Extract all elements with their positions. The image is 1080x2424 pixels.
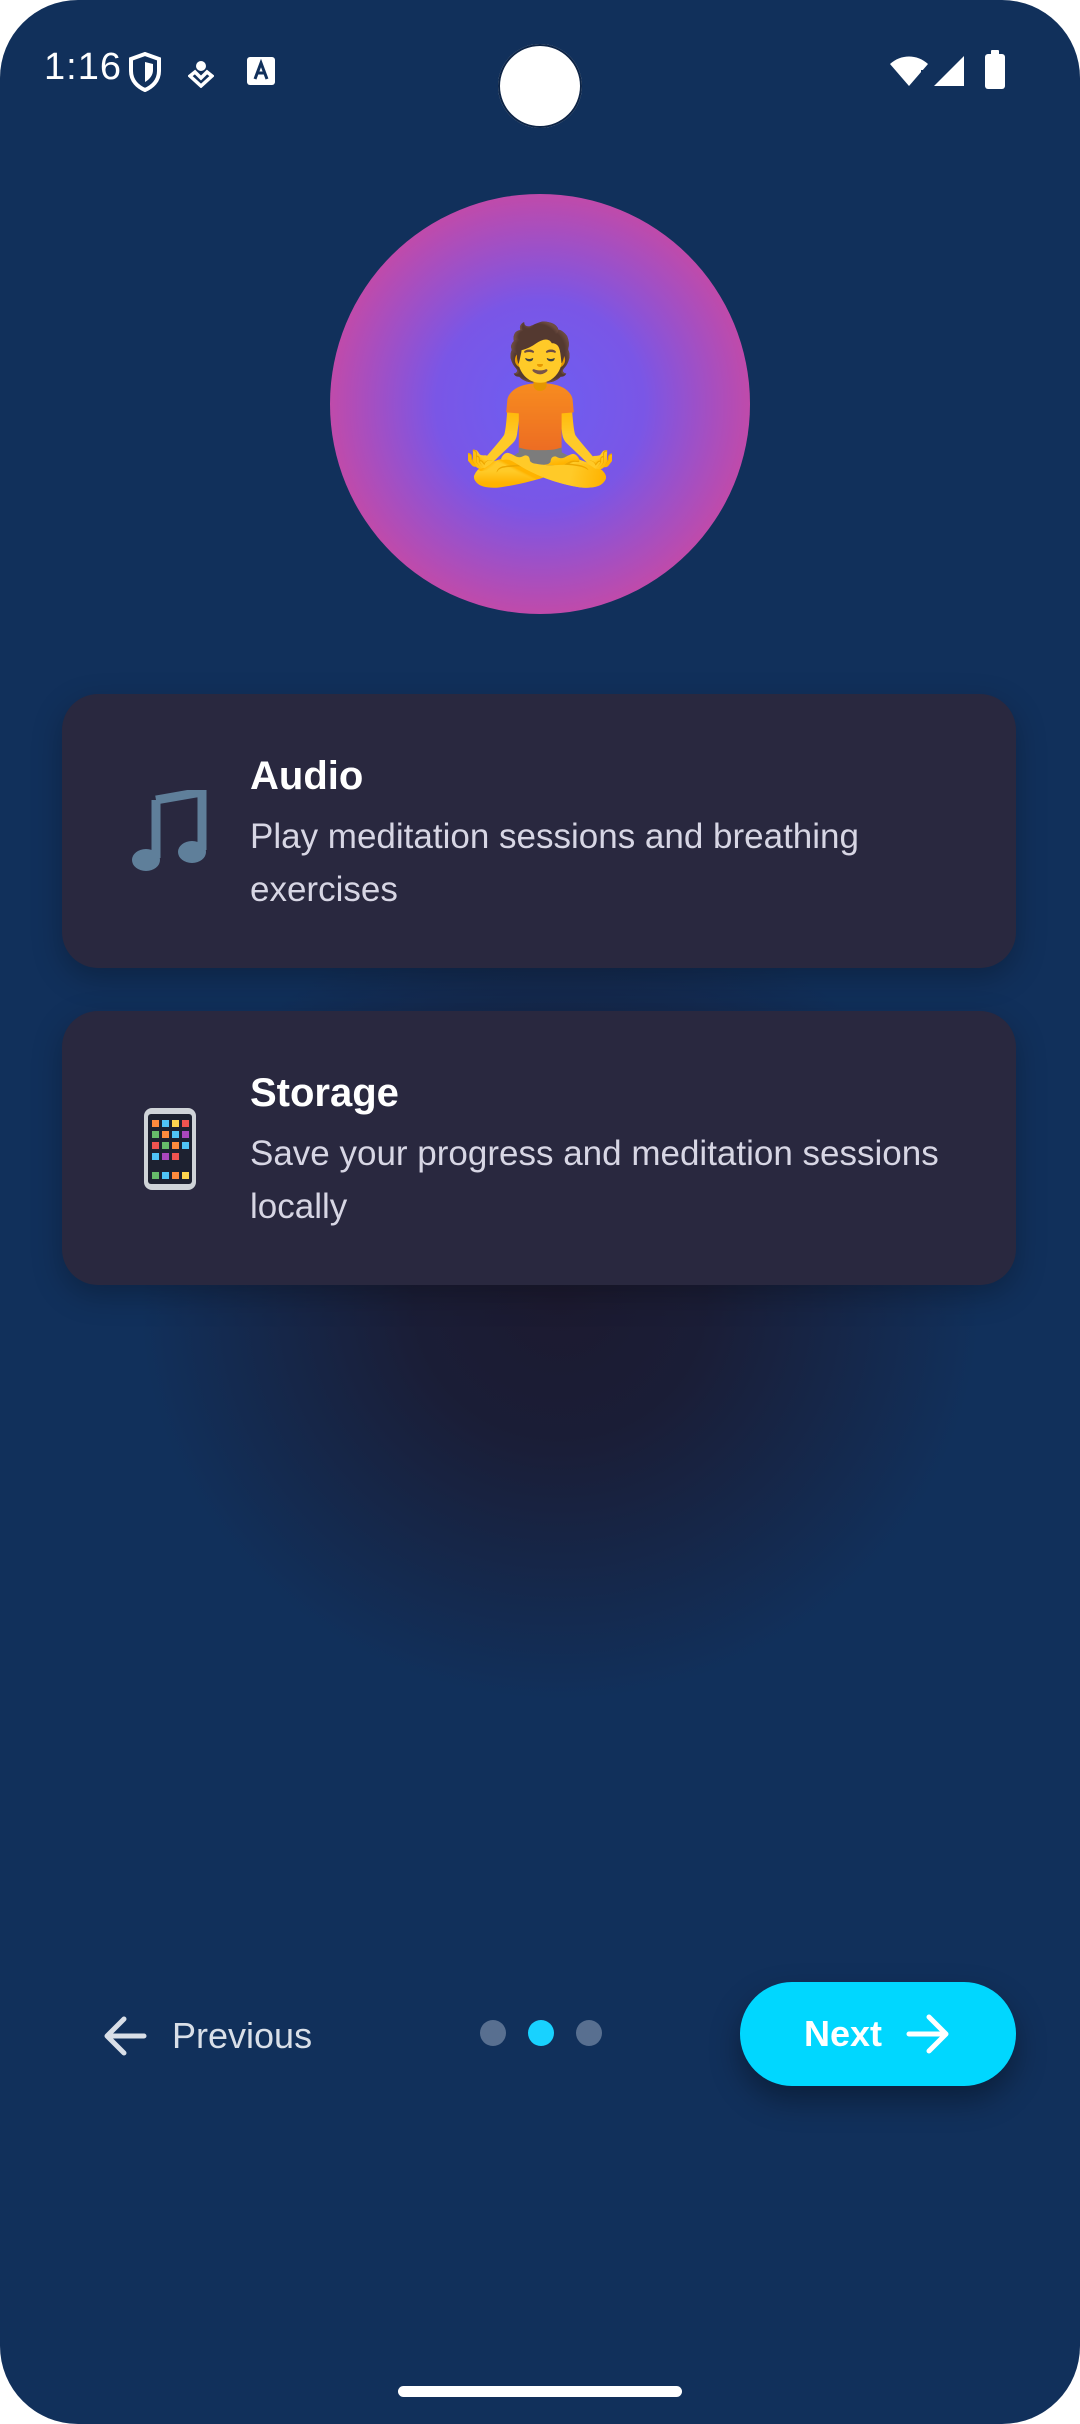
page-dot-2-active — [528, 2020, 554, 2046]
camera-cutout — [498, 44, 582, 128]
permission-description: Play meditation sessions and breathing e… — [250, 817, 859, 909]
wifi-icon — [890, 56, 928, 86]
arrow-right-icon — [906, 2014, 949, 2054]
previous-label: Previous — [172, 2015, 313, 2056]
next-button[interactable]: Next — [740, 1982, 1016, 2086]
permission-description: Save your progress and meditation sessio… — [250, 1134, 939, 1226]
screen: 1:16 🧘 Audio Play meditation sessions an… — [0, 0, 1080, 2424]
previous-button[interactable]: Previous — [100, 1996, 312, 2076]
location-pin-icon — [188, 61, 214, 88]
permission-title: Storage — [250, 1071, 399, 1115]
status-bar: 1:16 — [0, 0, 1080, 140]
next-label: Next — [803, 2013, 883, 2054]
permission-card-storage: Storage Save your progress and meditatio… — [62, 1011, 1016, 1285]
mobile-phone-icon — [122, 1101, 218, 1197]
page-dot-3 — [576, 2020, 602, 2046]
arrow-left-icon — [104, 2016, 147, 2056]
meditation-person-icon: 🧘 — [446, 320, 634, 488]
permission-title: Audio — [250, 754, 364, 798]
permission-card-audio: Audio Play meditation sessions and breat… — [62, 694, 1016, 968]
text-a-icon — [247, 57, 275, 85]
shield-icon — [129, 52, 161, 92]
music-note-icon — [122, 784, 218, 880]
battery-icon — [985, 50, 1005, 89]
hero-illustration: 🧘 — [330, 194, 750, 614]
page-indicator — [480, 2020, 602, 2046]
status-time: 1:16 — [44, 46, 122, 88]
signal-icon — [934, 56, 964, 86]
page-dot-1 — [480, 2020, 506, 2046]
home-indicator[interactable] — [398, 2386, 682, 2397]
